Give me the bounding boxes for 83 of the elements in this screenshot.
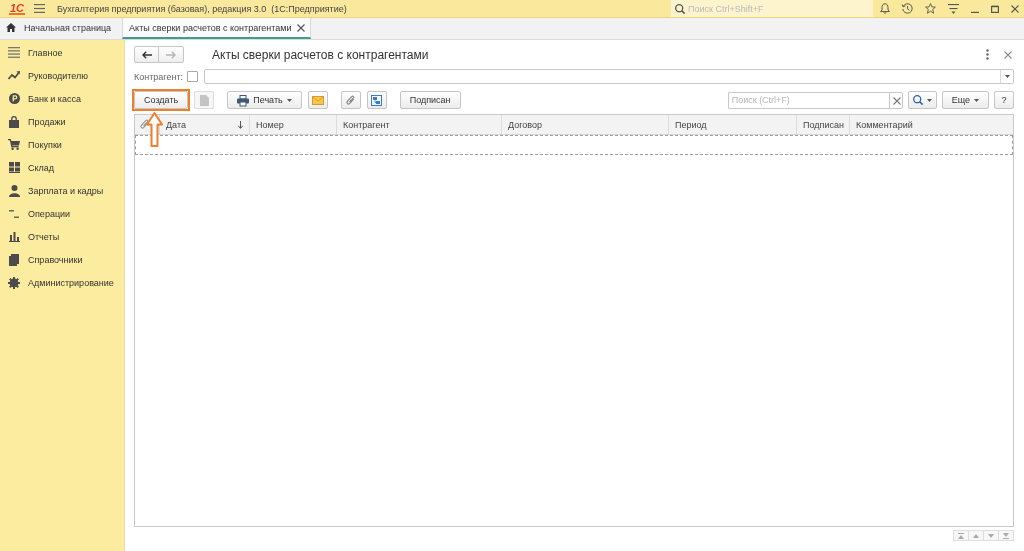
- paperclip-icon: [140, 119, 149, 130]
- document-icon: [199, 94, 209, 106]
- kebab-menu-icon[interactable]: [986, 49, 989, 60]
- sidebar-item[interactable]: Покупки: [0, 133, 124, 156]
- more-button[interactable]: Еще: [941, 91, 989, 109]
- home-icon: [6, 23, 16, 32]
- paperclip-button[interactable]: [340, 91, 361, 109]
- signed-button[interactable]: Подписан: [399, 91, 461, 109]
- grid-icon: [8, 162, 20, 173]
- close-icon[interactable]: [892, 97, 899, 103]
- column-header[interactable]: Договор: [502, 115, 669, 134]
- sidebar-item[interactable]: Склад: [0, 156, 124, 179]
- app-title: Бухгалтерия предприятия (базовая), редакция 3.0 (1С:Предприятие): [57, 3, 347, 14]
- column-header[interactable]: Комментарий: [850, 115, 1013, 134]
- column-header[interactable]: Подписан: [797, 115, 850, 134]
- triangle-up-icon: [973, 533, 979, 538]
- history-icon[interactable]: [902, 3, 913, 14]
- coin-icon: [8, 93, 20, 104]
- checkbox[interactable]: [187, 71, 199, 82]
- column-header[interactable]: Дата: [160, 115, 250, 134]
- arrow-right-icon: [166, 50, 176, 59]
- search-icon: [912, 95, 923, 105]
- envelope-button[interactable]: [307, 91, 328, 109]
- search-button[interactable]: [907, 91, 937, 109]
- print-button[interactable]: Печать: [227, 91, 302, 109]
- column-header[interactable]: Контрагент: [337, 115, 502, 134]
- restore-icon[interactable]: [991, 4, 999, 13]
- caret-down-icon: [974, 98, 979, 102]
- highlight-frame: [132, 89, 191, 111]
- filter-label: Контрагент:: [134, 71, 184, 82]
- back-button[interactable]: [134, 46, 159, 63]
- close-icon[interactable]: [1011, 4, 1019, 13]
- input-field[interactable]: [204, 69, 1014, 84]
- form-title: Акты сверки расчетов с контрагентами: [212, 47, 429, 62]
- cart-icon: [8, 139, 20, 150]
- tab[interactable]: Акты сверки расчетов с контрагентами: [122, 18, 312, 39]
- help-button[interactable]: ?: [994, 91, 1014, 109]
- close-icon[interactable]: [297, 24, 305, 31]
- tab[interactable]: Начальная страница: [0, 18, 123, 39]
- sidebar-item[interactable]: Зарплата и кадры: [0, 179, 124, 202]
- sidebar-item[interactable]: Банк и касса: [0, 87, 124, 110]
- list-settings-icon[interactable]: [948, 3, 959, 14]
- caret-down-icon: [286, 98, 292, 102]
- close-icon[interactable]: [1004, 51, 1011, 58]
- search-icon: [675, 3, 685, 14]
- lines-icon: [8, 47, 20, 58]
- person-icon: [8, 184, 20, 197]
- caret-down-icon: [1004, 75, 1010, 78]
- bell-icon[interactable]: [880, 3, 890, 14]
- empty-row[interactable]: [135, 135, 1013, 155]
- star-icon[interactable]: [925, 3, 936, 14]
- envelope-icon: [311, 95, 324, 105]
- sidebar-item[interactable]: Продажи: [0, 110, 124, 133]
- bar-triangle-up-icon: [958, 532, 964, 539]
- sidebar-item[interactable]: Руководителю: [0, 64, 124, 87]
- search-bar[interactable]: Поиск Ctrl+Shift+F: [671, 0, 873, 17]
- trend-up-icon: [8, 71, 20, 80]
- search-input[interactable]: Поиск Ctrl+Shift+F: [688, 2, 808, 15]
- sidebar-item[interactable]: Операции: [0, 202, 124, 225]
- book-icon: [9, 253, 19, 266]
- structure-button[interactable]: [366, 91, 387, 109]
- sidebar-item[interactable]: Справочники: [0, 248, 124, 271]
- gear-icon: [8, 276, 20, 289]
- column-header[interactable]: Период: [669, 115, 797, 134]
- sidebar-item[interactable]: Отчеты: [0, 225, 124, 248]
- sidebar-item[interactable]: Главное: [0, 41, 124, 64]
- arrow-left-icon: [141, 50, 152, 59]
- triangle-down-icon: [988, 533, 994, 538]
- bar-triangle-down-icon: [1003, 532, 1009, 539]
- bar-chart-icon: [8, 231, 20, 242]
- bag-icon: [9, 115, 19, 128]
- linked-squares-icon: [371, 94, 383, 106]
- search-field[interactable]: Поиск (Ctrl+F): [727, 91, 889, 109]
- paperclip-icon: [346, 94, 356, 106]
- column-header[interactable]: Номер: [250, 115, 337, 134]
- logo[interactable]: 1С: [9, 2, 26, 15]
- sidebar-item[interactable]: Администрирование: [0, 271, 124, 294]
- menu-icon[interactable]: [34, 4, 46, 13]
- caret-down-icon: [926, 98, 932, 102]
- printer-icon: [237, 94, 250, 106]
- dropdown-button[interactable]: [1000, 70, 1013, 83]
- create-button[interactable]: Создать: [134, 91, 189, 109]
- dashes-icon: [9, 209, 19, 218]
